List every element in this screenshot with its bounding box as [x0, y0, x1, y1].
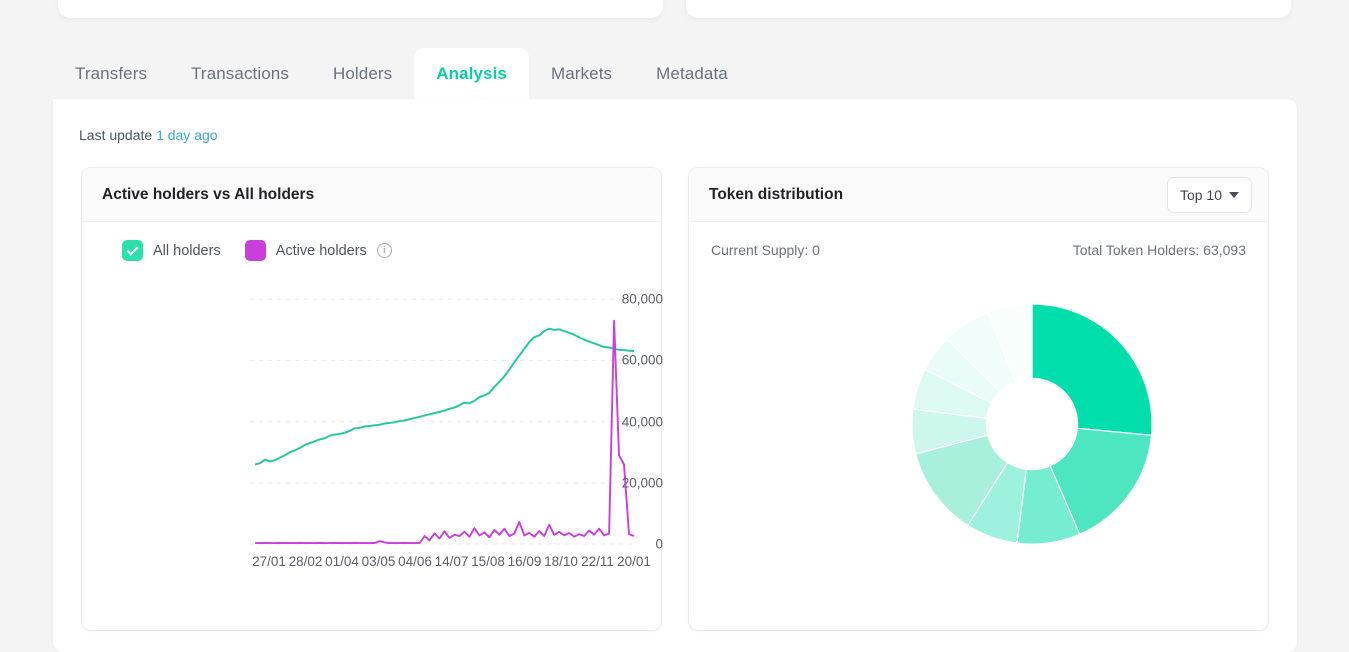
x-axis-tick: 03/05 [361, 554, 396, 569]
checkbox-checked-icon[interactable] [122, 240, 143, 261]
y-axis-tick: 0 [655, 536, 663, 552]
legend-label: Active holders [275, 242, 367, 259]
legend-label: All holders [153, 242, 221, 259]
chevron-down-icon [1229, 192, 1239, 198]
donut-title: Token distribution [709, 185, 844, 203]
tab-bar: Transfers Transactions Holders Analysis Mark… [53, 48, 1297, 99]
legend-item-active-holders[interactable]: Active holders i [244, 240, 392, 261]
tab-label: Holders [332, 63, 393, 83]
y-axis-tick: 20,000 [621, 475, 663, 491]
line-chart-plot: 0 20,000 40,000 60,000 80,000 27/01 28/02 01/04… [82, 276, 663, 606]
tab-label: Markets [550, 63, 613, 83]
total-holders-value: 63,093 [1203, 242, 1246, 258]
x-axis-tick: 22/11 [581, 554, 614, 569]
x-axis-tick: 20/01 [617, 554, 651, 569]
line-chart-title: Active holders vs All holders [102, 185, 315, 203]
tab-holders[interactable]: Holders [311, 48, 414, 99]
token-distribution-card: Token distribution Top 10 Current Supply… [688, 167, 1269, 631]
tab-metadata[interactable]: Metadata [634, 48, 750, 99]
last-update-label: Last update [79, 127, 153, 143]
current-supply-label: Current Supply: [711, 242, 809, 258]
last-update-value: 1 day ago [156, 127, 218, 143]
top-card-right [686, 0, 1291, 18]
top-card-left [58, 0, 663, 18]
line-series-all-holders [254, 327, 635, 466]
tab-label: Analysis [436, 63, 507, 83]
x-axis-tick: 01/04 [325, 554, 359, 569]
x-axis-tick: 14/07 [434, 554, 469, 569]
tab-analysis[interactable]: Analysis [414, 48, 529, 99]
donut-chart-svg [911, 303, 1153, 545]
donut-segment[interactable] [1031, 303, 1153, 436]
y-axis-tick: 60,000 [621, 352, 663, 368]
analysis-panel: Last update 1 day ago Active holders vs … [53, 99, 1297, 652]
y-axis-tick: 80,000 [621, 291, 663, 307]
tab-transfers[interactable]: Transfers [53, 48, 169, 99]
dropdown-label: Top 10 [1179, 187, 1222, 203]
x-axis-tick: 27/01 [252, 554, 286, 569]
tab-label: Metadata [656, 63, 728, 83]
top-cards-strip [0, 0, 1349, 22]
card-header-line-chart: Active holders vs All holders [82, 168, 661, 222]
x-axis-tick: 04/06 [398, 554, 432, 569]
check-icon [126, 243, 139, 256]
checkbox-icon[interactable] [244, 240, 266, 261]
last-update: Last update 1 day ago [79, 127, 218, 143]
line-chart-legend: All holders Active holders i [122, 240, 392, 261]
tab-label: Transfers [75, 63, 148, 83]
x-axis-tick: 18/10 [544, 554, 578, 569]
supply-summary-row: Current Supply: 0 Total Token Holders: 6… [711, 242, 1246, 258]
current-supply-value: 0 [812, 242, 820, 258]
card-header-donut: Token distribution Top 10 [689, 168, 1268, 222]
legend-item-all-holders[interactable]: All holders [122, 240, 221, 261]
x-axis-tick: 15/08 [471, 554, 505, 569]
current-supply: Current Supply: 0 [711, 242, 820, 258]
total-token-holders: Total Token Holders: 63,093 [1073, 242, 1246, 258]
tab-label: Transactions [191, 63, 289, 83]
y-axis-tick: 40,000 [621, 414, 663, 430]
tab-transactions[interactable]: Transactions [169, 48, 311, 99]
x-axis-tick: 16/09 [507, 554, 542, 569]
info-icon[interactable]: i [376, 243, 392, 258]
x-axis-tick: 28/02 [288, 554, 323, 569]
tab-markets[interactable]: Markets [529, 48, 634, 99]
top-holders-dropdown[interactable]: Top 10 [1166, 177, 1252, 213]
total-holders-label: Total Token Holders: [1072, 242, 1200, 258]
active-vs-all-holders-card: Active holders vs All holders All holder… [81, 167, 663, 631]
donut-chart [689, 272, 1270, 572]
